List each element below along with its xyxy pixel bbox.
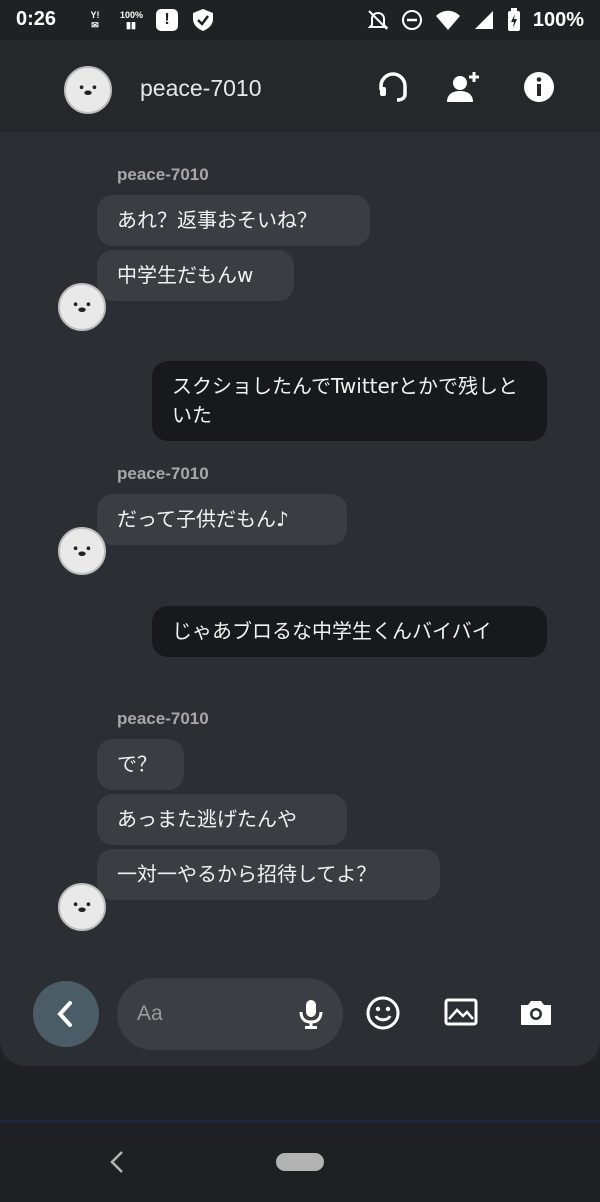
seal-face-icon bbox=[73, 546, 91, 557]
headset-icon[interactable] bbox=[376, 70, 410, 104]
gallery-icon[interactable] bbox=[443, 995, 479, 1031]
chat-header: peace-7010 bbox=[0, 40, 600, 132]
incoming-message[interactable]: 一対一やるから招待してよ？ bbox=[97, 849, 440, 900]
emoji-icon[interactable] bbox=[365, 995, 401, 1031]
status-right: 100% bbox=[367, 8, 584, 32]
alert-icon: ! bbox=[156, 9, 178, 31]
yahoo-label: Y! bbox=[90, 10, 100, 20]
signal-icon bbox=[474, 11, 493, 29]
system-nav-bar bbox=[0, 1120, 600, 1202]
battery-percent: 100% bbox=[532, 8, 584, 31]
bell-off-icon bbox=[367, 10, 389, 30]
contact-name[interactable]: peace-7010 bbox=[140, 75, 262, 102]
seal-face-icon bbox=[73, 302, 91, 313]
sender-name: peace-7010 bbox=[117, 464, 209, 483]
seal-face-icon bbox=[79, 85, 97, 96]
battery-saver-icon: 100% ▮▮ bbox=[120, 10, 144, 30]
mic-icon[interactable] bbox=[295, 998, 327, 1030]
status-time: 0:26 bbox=[16, 8, 57, 30]
add-person-icon[interactable] bbox=[446, 70, 480, 104]
status-left-icons: Y! ✉ 100% ▮▮ ! bbox=[84, 8, 214, 32]
shield-check-icon bbox=[193, 9, 213, 31]
info-icon[interactable] bbox=[522, 70, 556, 104]
chevron-left-icon bbox=[57, 1001, 72, 1027]
sender-avatar[interactable] bbox=[58, 527, 106, 575]
yahoo-mail-icon: Y! ✉ bbox=[90, 10, 100, 30]
do-not-disturb-icon bbox=[401, 10, 422, 30]
incoming-message[interactable]: 中学生だもんw bbox=[97, 250, 294, 301]
incoming-message[interactable]: だって子供だもん♪ bbox=[97, 494, 347, 545]
incoming-message[interactable]: で？ bbox=[97, 739, 184, 790]
outgoing-message[interactable]: スクショしたんでTwitterとかで残しといた bbox=[152, 361, 547, 441]
message-input-placeholder: Aa bbox=[137, 1002, 163, 1025]
incoming-message[interactable]: あれ？返事おそいね？ bbox=[97, 195, 370, 246]
collapse-button[interactable] bbox=[33, 981, 99, 1047]
sender-name: peace-7010 bbox=[117, 165, 209, 184]
outgoing-message[interactable]: じゃあブロるな中学生くんバイバイ bbox=[152, 606, 547, 657]
nav-back-icon[interactable] bbox=[106, 1148, 130, 1176]
camera-icon[interactable] bbox=[518, 995, 554, 1031]
contact-avatar[interactable] bbox=[64, 66, 112, 114]
composer-bar: Aa bbox=[0, 975, 600, 1065]
sender-avatar[interactable] bbox=[58, 283, 106, 331]
sender-avatar[interactable] bbox=[58, 883, 106, 931]
sender-name: peace-7010 bbox=[117, 709, 209, 728]
battery-charging-icon bbox=[507, 8, 520, 31]
seal-face-icon bbox=[73, 902, 91, 913]
wifi-icon bbox=[435, 10, 460, 30]
incoming-message[interactable]: あっまた逃げたんや bbox=[97, 794, 347, 845]
nav-home-pill[interactable] bbox=[276, 1153, 324, 1171]
message-input[interactable]: Aa bbox=[117, 978, 343, 1050]
battery-saver-label: 100% bbox=[120, 10, 144, 20]
chat-panel: peace-7010 peace-7010 あれ？返事おそいね？ 中学生だもんw bbox=[0, 40, 600, 1066]
status-bar: 0:26 Y! ✉ 100% ▮▮ ! 100% bbox=[0, 0, 600, 40]
